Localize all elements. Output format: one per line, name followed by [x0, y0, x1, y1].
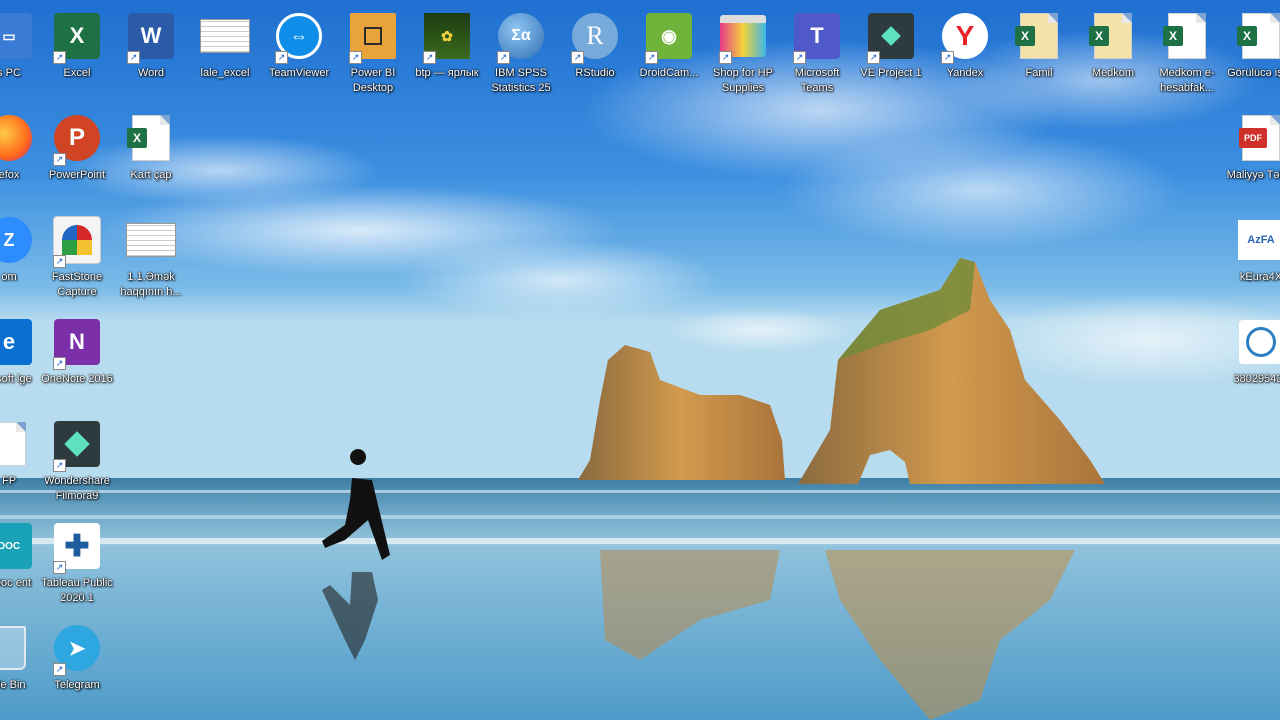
telegram-icon: ➤ ↗	[51, 622, 103, 676]
gorulece-isler-file[interactable]: X Görülücə işlər	[1224, 4, 1280, 100]
excel-document-icon: X	[1161, 10, 1213, 62]
icon-label: Wondershare Filmora9	[44, 475, 110, 502]
excel-shortcut[interactable]: X ↗ Excel	[40, 4, 114, 100]
icon-label: Yandex	[946, 67, 984, 79]
document-icon	[0, 418, 35, 470]
icon-label: 1.1.Əmək haqqının h...	[120, 271, 182, 298]
word-icon: W ↗	[125, 10, 177, 64]
icon-label: kEura4X	[1239, 271, 1280, 283]
yandex-icon: Y ↗	[939, 10, 991, 64]
filmora-project-icon: ↗	[865, 10, 917, 64]
excel-document-icon: X	[1235, 10, 1280, 62]
recycle-bin-icon	[0, 622, 35, 674]
icon-label: 38029543_	[1233, 373, 1280, 385]
icon-label: Tableau Public 2020.1	[41, 577, 113, 604]
spss-icon: Σα ↗	[495, 10, 547, 64]
desktop[interactable]: ▭ s PC efox Z om e rosoft lge FP DOC nDo…	[0, 0, 1280, 720]
icon-label: Excel	[63, 67, 91, 79]
keura4x-file[interactable]: AzFA kEura4X	[1224, 208, 1280, 304]
droidcam-icon: ◉ ↗	[643, 10, 695, 64]
tableau-shortcut[interactable]: ✚ ↗ Tableau Public 2020.1	[40, 514, 114, 610]
filmora-shortcut[interactable]: ↗ Wondershare Filmora9	[40, 412, 114, 508]
ve-project-shortcut[interactable]: ↗ VE Project 1	[854, 4, 928, 100]
yandex-shortcut[interactable]: Y ↗ Yandex	[928, 4, 1002, 100]
maliyye-tehlili-file[interactable]: PDF Maliyyə Təhlili	[1224, 106, 1280, 202]
droidcam-shortcut[interactable]: ◉ ↗ DroidCam...	[632, 4, 706, 100]
word-shortcut[interactable]: W ↗ Word	[114, 4, 188, 100]
onenote-shortcut[interactable]: N ↗ OneNote 2016	[40, 310, 114, 406]
icon-label: Shop for HP Supplies	[713, 67, 773, 94]
powerpoint-icon: P ↗	[51, 112, 103, 166]
famil-file[interactable]: X Famil	[1002, 4, 1076, 100]
ndoc-icon: DOC	[0, 520, 35, 572]
icon-label: Medkom e-hesabfak...	[1159, 67, 1215, 94]
teams-shortcut[interactable]: T ↗ Microsoft Teams	[780, 4, 854, 100]
btp-image-icon: ✿ ↗	[421, 10, 473, 64]
computer-icon: ▭	[0, 10, 35, 62]
icon-label: PowerPoint	[48, 169, 106, 181]
icon-label: Famil	[1025, 67, 1053, 79]
rstudio-shortcut[interactable]: R ↗ RStudio	[558, 4, 632, 100]
icon-label: Word	[137, 67, 165, 79]
excel-document-icon: X	[125, 112, 177, 164]
icon-label: btp — ярлык	[415, 67, 479, 79]
faststone-capture-icon: ↗	[51, 214, 103, 268]
faststone-shortcut[interactable]: ↗ FastStone Capture	[40, 208, 114, 304]
onenote-icon: N ↗	[51, 316, 103, 370]
zoom-icon: Z	[0, 214, 35, 266]
edge-icon: e	[0, 316, 35, 368]
excel-document-icon: X	[1013, 10, 1065, 62]
emek-haqqi-file[interactable]: 1.1.Əmək haqqının h...	[114, 208, 188, 304]
filmora-icon: ↗	[51, 418, 103, 472]
teamviewer-icon: ⇔ ↗	[273, 10, 325, 64]
file-38029543[interactable]: 38029543_	[1224, 310, 1280, 406]
rstudio-icon: R ↗	[569, 10, 621, 64]
medkom-e-hesabfaktura-file[interactable]: X Medkom e-hesabfak...	[1150, 4, 1224, 100]
icon-label: RStudio	[575, 67, 615, 79]
icon-label: VE Project 1	[860, 67, 922, 79]
excel-icon: X ↗	[51, 10, 103, 64]
wallpaper	[0, 0, 1280, 720]
icon-label: TeamViewer	[268, 67, 330, 79]
icon-label: DroidCam...	[639, 67, 699, 79]
icon-label: OneNote 2016	[41, 373, 113, 385]
spss-shortcut[interactable]: Σα ↗ IBM SPSS Statistics 25	[484, 4, 558, 100]
spreadsheet-thumbnail-icon	[199, 10, 251, 62]
image-file-icon	[1235, 316, 1280, 368]
medkom-file[interactable]: X Medkom	[1076, 4, 1150, 100]
telegram-shortcut[interactable]: ➤ ↗ Telegram	[40, 616, 114, 712]
teams-icon: T ↗	[791, 10, 843, 64]
icon-label: Maliyyə Təhlili	[1226, 169, 1280, 181]
powerpoint-shortcut[interactable]: P ↗ PowerPoint	[40, 106, 114, 202]
icon-label: Görülücə işlər	[1227, 67, 1280, 79]
icon-label: Power BI Desktop	[350, 67, 396, 94]
spreadsheet-thumbnail-icon	[125, 214, 177, 266]
lale-excel-file[interactable]: lale_excel	[188, 4, 262, 100]
icon-label: Medkom	[1091, 67, 1135, 79]
hp-supplies-shortcut[interactable]: ↗ Shop for HP Supplies	[706, 4, 780, 100]
power-bi-icon: ↗	[347, 10, 399, 64]
icon-label: Telegram	[54, 679, 100, 691]
icon-label: FastStone Capture	[51, 271, 103, 298]
kart-cap-file[interactable]: X Kart çap	[114, 106, 188, 202]
excel-document-icon: X	[1087, 10, 1139, 62]
icon-label: Kart çap	[130, 169, 172, 181]
icon-label: IBM SPSS Statistics 25	[491, 67, 551, 94]
power-bi-shortcut[interactable]: ↗ Power BI Desktop	[336, 4, 410, 100]
btp-shortcut[interactable]: ✿ ↗ btp — ярлык	[410, 4, 484, 100]
pdf-document-icon: PDF	[1235, 112, 1280, 164]
printer-icon: ↗	[717, 10, 769, 64]
teamviewer-shortcut[interactable]: ⇔ ↗ TeamViewer	[262, 4, 336, 100]
azfa-image-icon: AzFA	[1235, 214, 1280, 266]
icon-label: lale_excel	[200, 67, 250, 79]
tableau-icon: ✚ ↗	[51, 520, 103, 574]
firefox-icon	[0, 112, 35, 164]
icon-label: Microsoft Teams	[794, 67, 840, 94]
